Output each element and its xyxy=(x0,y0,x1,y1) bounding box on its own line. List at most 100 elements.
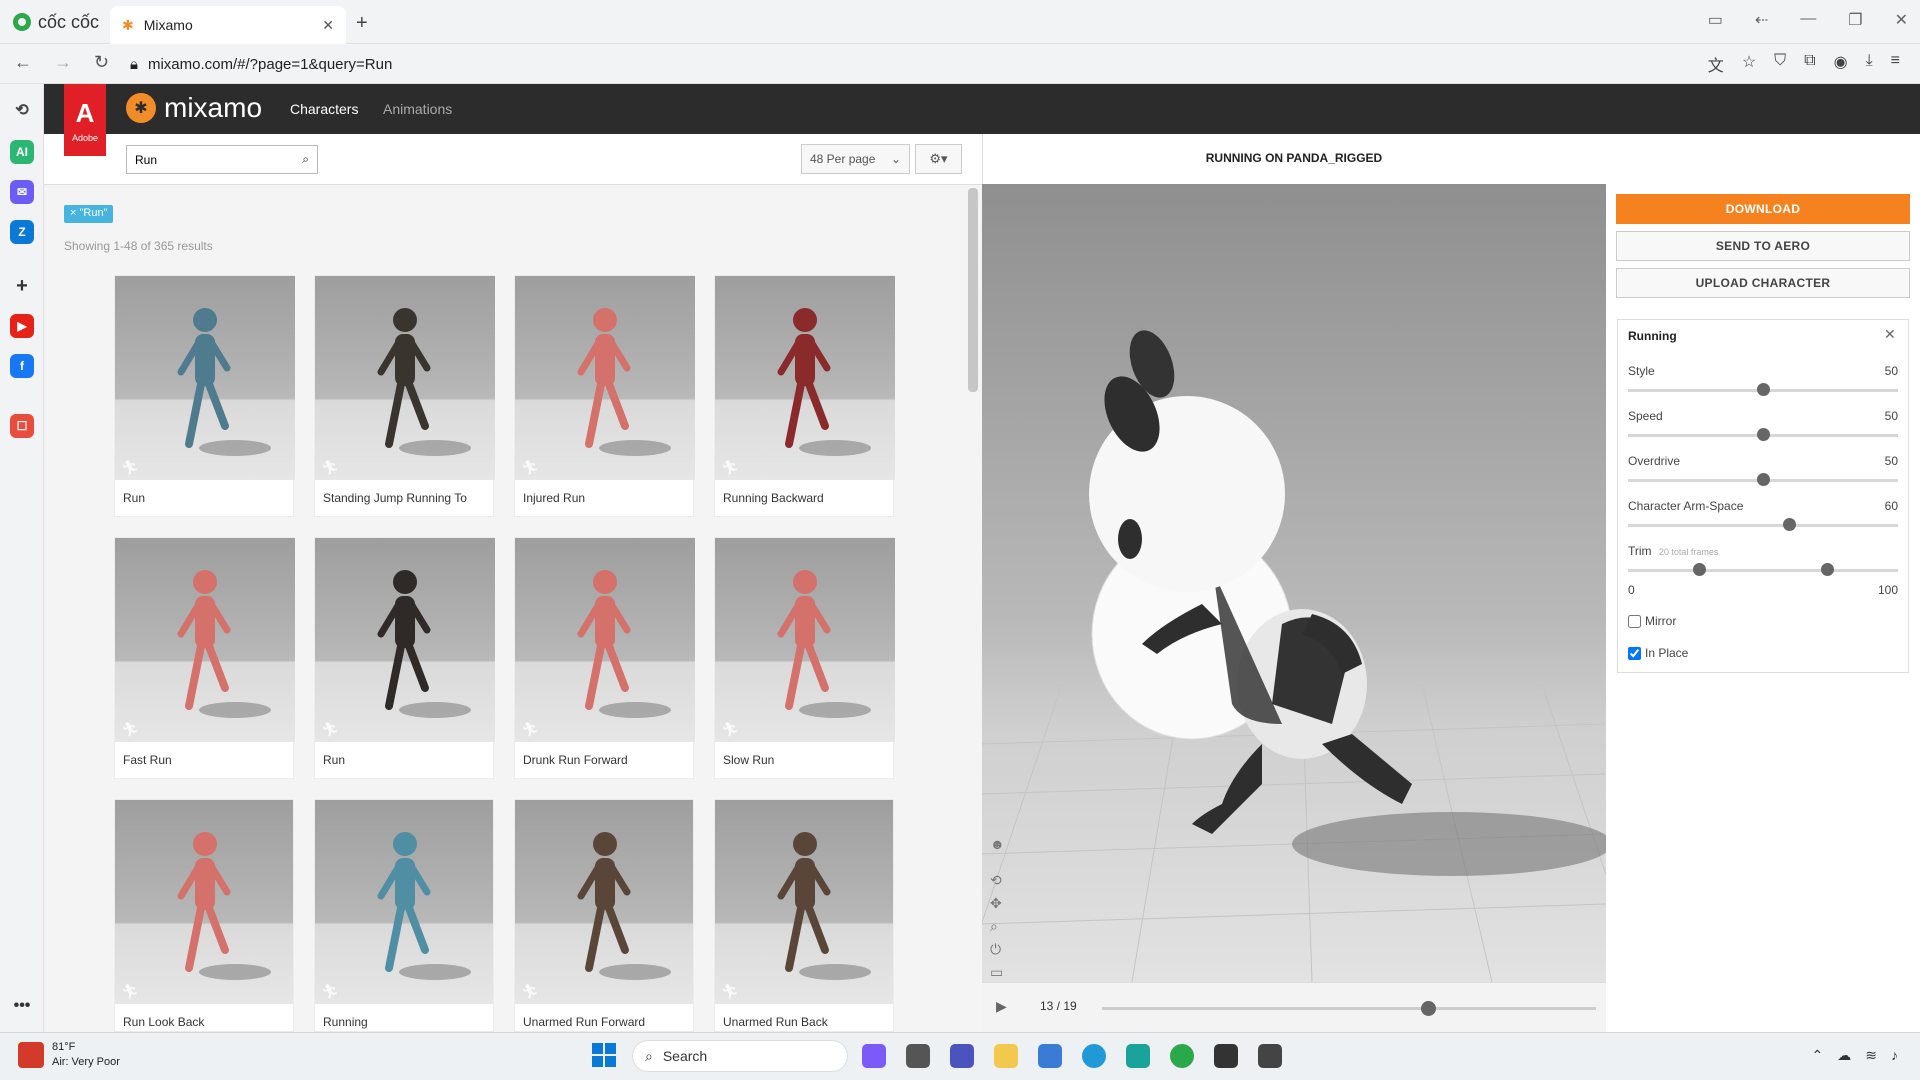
taskbar-search[interactable]: ⌕ Search xyxy=(632,1040,848,1072)
animation-card[interactable]: 🏃︎ Run Look Back xyxy=(114,799,294,1032)
app-m-icon[interactable] xyxy=(1126,1044,1150,1068)
adobe-logo[interactable]: A Adobe xyxy=(64,84,106,156)
wifi-icon[interactable]: ≋ xyxy=(1865,1047,1877,1064)
search-input[interactable] xyxy=(135,152,303,167)
trim-end-handle[interactable] xyxy=(1821,563,1834,576)
animation-card[interactable]: 🏃︎ Running Backward xyxy=(714,275,895,517)
pan-icon[interactable]: ✥ xyxy=(990,895,1005,912)
screenshot-icon[interactable]: ▭ xyxy=(1708,10,1723,30)
nav-characters[interactable]: Characters xyxy=(290,101,358,117)
in-place-checkbox[interactable] xyxy=(1628,646,1641,660)
translate-icon[interactable]: 文 xyxy=(1708,52,1724,76)
arm-space-slider-handle[interactable] xyxy=(1783,518,1796,531)
animation-card[interactable]: 🏃︎ Unarmed Run Forward xyxy=(514,799,694,1032)
zoom-icon[interactable]: ⌕ xyxy=(990,918,1005,935)
browser-tab[interactable]: ✱ Mixamo ✕ xyxy=(110,6,346,44)
star-icon[interactable]: ☆ xyxy=(1742,52,1756,76)
volume-icon[interactable]: ♪ xyxy=(1891,1047,1898,1064)
animation-card[interactable]: 🏃︎ Drunk Run Forward xyxy=(514,537,695,779)
url-field[interactable]: 🔒︎ mixamo.com/#/?page=1&query=Run xyxy=(122,49,1622,79)
extensions-icon[interactable]: ⧉ xyxy=(1804,52,1815,76)
animation-card-label: Run Look Back xyxy=(123,1015,205,1029)
zalo-icon[interactable]: Z xyxy=(10,220,34,244)
coccoc-brand[interactable]: cốc cốc xyxy=(12,10,99,34)
task-view-icon[interactable] xyxy=(906,1044,930,1068)
results-scrollbar[interactable] xyxy=(968,188,978,392)
unity-icon[interactable] xyxy=(1214,1044,1238,1068)
play-icon[interactable]: ▶ xyxy=(996,998,1007,1015)
messenger-icon[interactable]: ✉ xyxy=(10,180,34,204)
store-icon[interactable] xyxy=(1038,1044,1062,1068)
trim-frames-note: 20 total frames xyxy=(1658,547,1719,557)
search-icon[interactable]: ⌕ xyxy=(302,152,309,167)
close-window-icon[interactable]: ✕ xyxy=(1895,10,1908,30)
animation-card[interactable]: 🏃︎ Unarmed Run Back xyxy=(714,799,894,1032)
roblox-icon[interactable] xyxy=(1258,1044,1282,1068)
overdrive-slider-handle[interactable] xyxy=(1757,473,1770,486)
mirror-option[interactable]: Mirror xyxy=(1628,614,1676,628)
new-tab-button[interactable]: + xyxy=(356,12,368,35)
back-icon[interactable]: ← xyxy=(14,52,32,73)
style-slider-handle[interactable] xyxy=(1757,383,1770,396)
animation-card[interactable]: 🏃︎ Slow Run xyxy=(714,537,895,779)
close-icon[interactable]: ✕ xyxy=(1884,326,1896,343)
chevron-up-icon[interactable]: ⌃ xyxy=(1812,1047,1824,1064)
timeline-track[interactable] xyxy=(1102,1007,1596,1010)
arm-space-slider-track[interactable] xyxy=(1628,524,1898,527)
speed-slider-handle[interactable] xyxy=(1757,428,1770,441)
more-icon[interactable]: ••• xyxy=(10,994,34,1018)
teams-icon[interactable] xyxy=(950,1044,974,1068)
close-tab-icon[interactable]: ✕ xyxy=(322,17,334,34)
arm-space-label: Character Arm-Space xyxy=(1628,499,1744,513)
animation-card[interactable]: 🏃︎ Run xyxy=(314,537,495,779)
minimize-icon[interactable]: — xyxy=(1800,10,1816,30)
shield-icon[interactable]: ⛉ xyxy=(1774,52,1786,76)
shopping-icon[interactable]: ☐ xyxy=(10,414,34,438)
upload-character-button[interactable]: UPLOAD CHARACTER xyxy=(1616,268,1910,298)
start-icon[interactable] xyxy=(592,1043,616,1067)
reload-icon[interactable]: ↻ xyxy=(94,52,109,73)
per-page-select[interactable]: 48 Per page ⌄ xyxy=(801,144,910,174)
in-place-option[interactable]: In Place xyxy=(1628,646,1688,660)
profile-icon[interactable]: ◉ xyxy=(1834,52,1848,76)
coccoc-taskbar-icon[interactable] xyxy=(1170,1044,1194,1068)
filter-tag[interactable]: × "Run" xyxy=(64,205,114,223)
animation-card[interactable]: 🏃︎ Running xyxy=(314,799,494,1032)
copilot-icon[interactable] xyxy=(862,1044,886,1068)
overdrive-value: 50 xyxy=(1884,454,1898,468)
mixamo-logo[interactable]: ✱ mixamo xyxy=(126,92,262,124)
power-icon[interactable]: ⏻ xyxy=(990,941,1005,958)
youtube-icon[interactable]: ▶ xyxy=(10,314,34,338)
download-icon[interactable]: ⤓ xyxy=(1866,52,1873,76)
animation-card[interactable]: 🏃︎ Injured Run xyxy=(514,275,695,517)
animation-card[interactable]: 🏃︎ Standing Jump Running To xyxy=(314,275,495,517)
viewer-tools: ☻ ⟲ ✥ ⌕ ⏻ ▭ xyxy=(990,836,1005,981)
facebook-icon[interactable]: f xyxy=(10,354,34,378)
weather-widget[interactable]: 81°F Air: Very Poor xyxy=(18,1040,120,1070)
mirror-checkbox[interactable] xyxy=(1628,614,1641,628)
timeline-scrubber[interactable] xyxy=(1421,1001,1437,1016)
edge-icon[interactable] xyxy=(1082,1044,1106,1068)
character-figure xyxy=(777,832,871,980)
forward-icon[interactable]: → xyxy=(54,52,72,73)
animation-card[interactable]: 🏃︎ Run xyxy=(114,275,295,517)
animation-card[interactable]: 🏃︎ Fast Run xyxy=(114,537,295,779)
reset-view-icon[interactable]: ⟲ xyxy=(990,872,1005,889)
settings-dropdown[interactable]: ⚙▾ xyxy=(915,144,962,174)
camera-icon[interactable]: ▭ xyxy=(990,964,1005,981)
nav-animations[interactable]: Animations xyxy=(383,101,452,117)
onedrive-icon[interactable]: ☁ xyxy=(1837,1047,1851,1064)
send-to-aero-button[interactable]: SEND TO AERO xyxy=(1616,231,1910,261)
download-button[interactable]: DOWNLOAD xyxy=(1616,194,1910,224)
back-arrow-icon[interactable]: ⇠ xyxy=(1755,10,1768,30)
ai-icon[interactable]: AI xyxy=(10,140,34,164)
history-icon[interactable]: ⟲ xyxy=(10,98,34,122)
trim-start-handle[interactable] xyxy=(1693,563,1706,576)
skeleton-icon[interactable]: ☻ xyxy=(990,836,1005,852)
3d-viewport[interactable] xyxy=(982,184,1606,982)
menu-icon[interactable]: ≡ xyxy=(1891,52,1900,76)
restore-icon[interactable]: ❐ xyxy=(1848,10,1862,30)
trim-slider-track[interactable] xyxy=(1628,569,1898,572)
file-explorer-icon[interactable] xyxy=(994,1044,1018,1068)
add-icon[interactable]: + xyxy=(10,274,34,298)
